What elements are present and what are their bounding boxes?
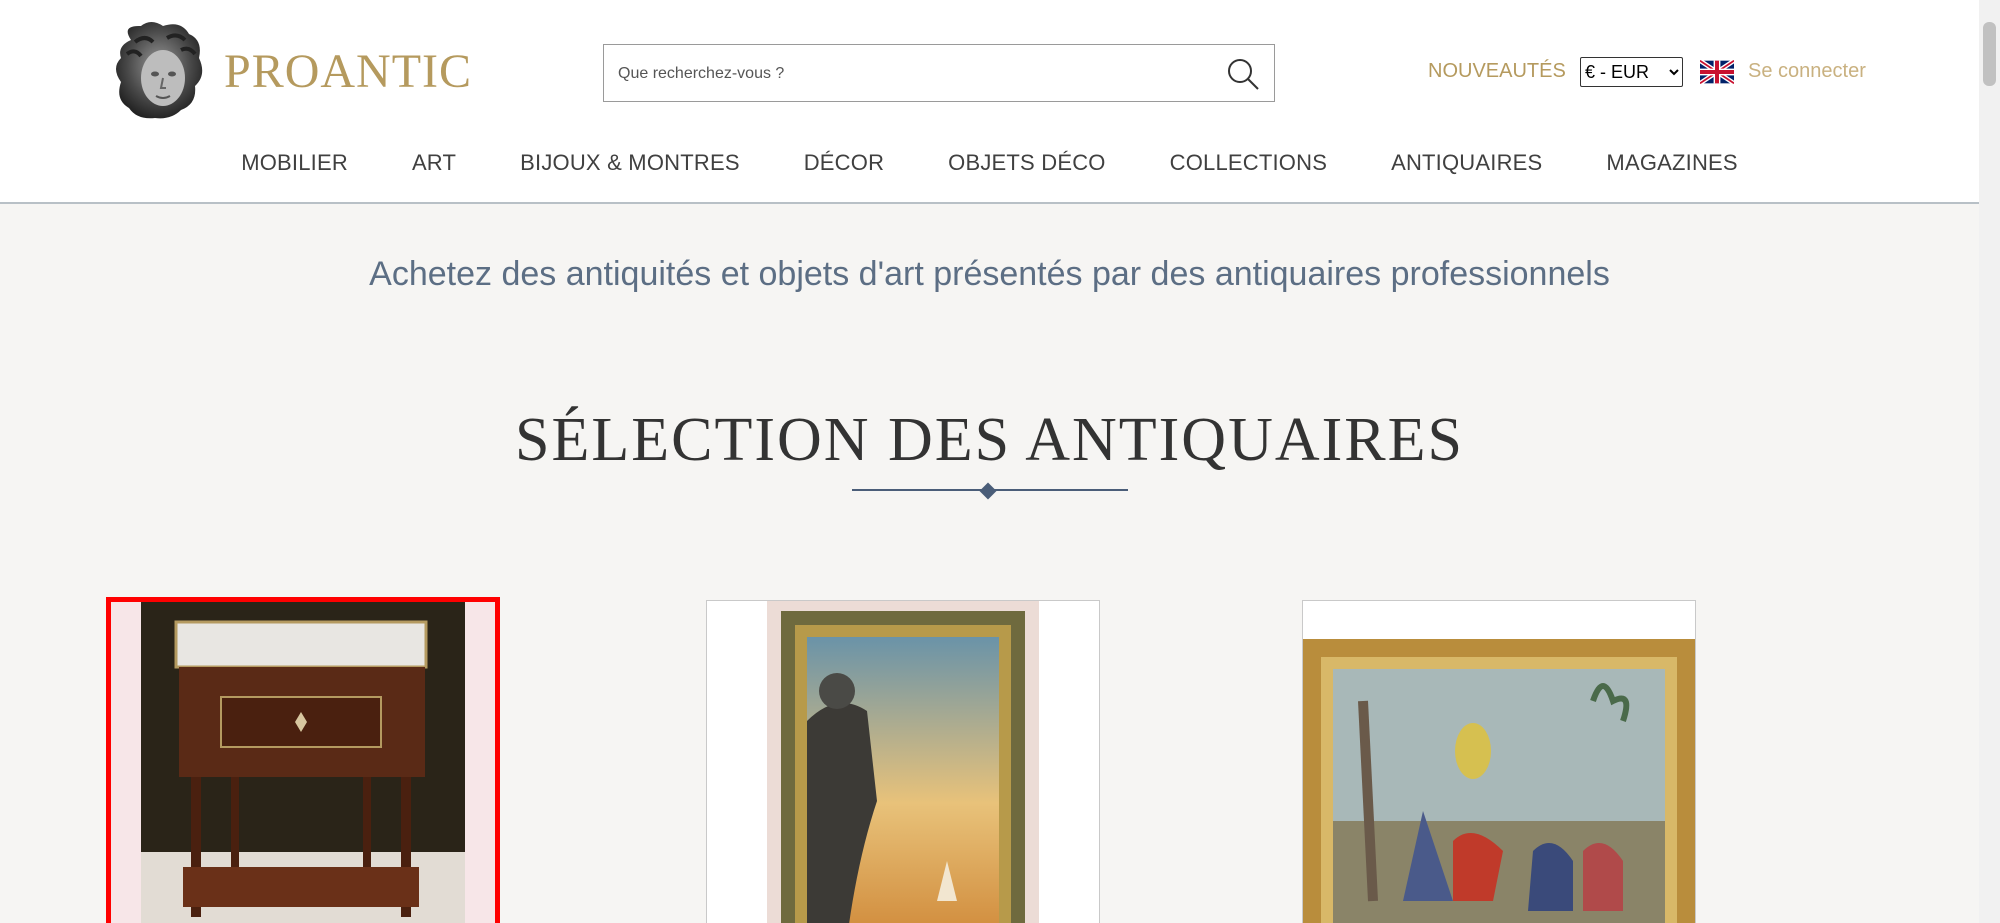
product-card-side-table[interactable]	[106, 597, 500, 923]
product-image-chinoiserie-painting	[1303, 601, 1695, 923]
product-image-landscape-painting	[707, 601, 1099, 923]
logo-text: PROANTIC	[224, 44, 473, 98]
product-image-side-table	[111, 602, 495, 923]
scrollbar-thumb[interactable]	[1983, 22, 1996, 86]
page-scrollbar[interactable]	[1979, 0, 2000, 923]
title-divider-diamond	[979, 482, 997, 500]
nav-item-collections[interactable]: COLLECTIONS	[1170, 150, 1327, 176]
search-input[interactable]	[616, 45, 1180, 103]
search-icon[interactable]	[1226, 57, 1260, 91]
nav-item-decor[interactable]: DÉCOR	[804, 150, 884, 176]
nav-item-bijoux-montres[interactable]: BIJOUX & MONTRES	[520, 150, 740, 176]
page-tagline: Achetez des antiquités et objets d'art p…	[369, 255, 1610, 293]
nav-item-art[interactable]: ART	[412, 150, 456, 176]
uk-flag-icon[interactable]	[1700, 60, 1734, 84]
product-card-landscape-painting[interactable]	[706, 600, 1100, 923]
site-header: PROANTIC NOUVEAUTÉS € - EUR Se connecter…	[0, 0, 1979, 204]
section-title: SÉLECTION DES ANTIQUAIRES	[515, 406, 1464, 474]
nav-item-magazines[interactable]: MAGAZINES	[1606, 150, 1737, 176]
logo[interactable]: PROANTIC	[111, 20, 472, 123]
logo-head-icon	[116, 22, 203, 119]
nav-item-mobilier[interactable]: MOBILIER	[241, 150, 348, 176]
search-box	[603, 44, 1275, 103]
nav-item-antiquaires[interactable]: ANTIQUAIRES	[1391, 150, 1542, 176]
nav-item-objets-deco[interactable]: OBJETS DÉCO	[948, 150, 1105, 176]
main-navigation: MOBILIER ART BIJOUX & MONTRES DÉCOR OBJE…	[0, 150, 1979, 176]
product-card-chinoiserie-painting[interactable]	[1302, 600, 1696, 923]
new-items-link[interactable]: NOUVEAUTÉS	[1428, 60, 1566, 83]
login-link[interactable]: Se connecter	[1748, 60, 1866, 83]
currency-select[interactable]: € - EUR	[1580, 57, 1683, 87]
